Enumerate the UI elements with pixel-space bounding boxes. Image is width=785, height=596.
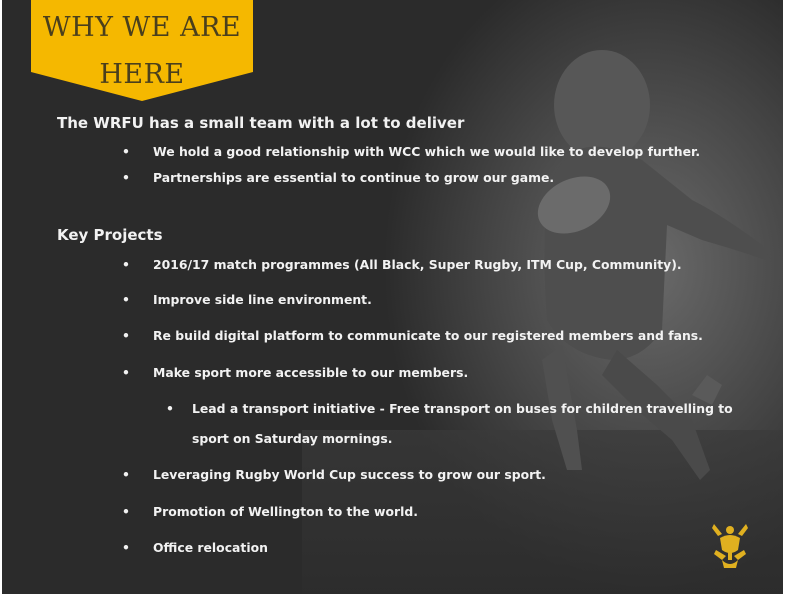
list-item: • 2016/17 match programmes (All Black, S…: [122, 257, 682, 272]
slide: WHY WE ARE HERE The WRFU has a small tea…: [2, 0, 783, 594]
list-item: • Improve side line environment.: [122, 292, 372, 307]
list-item: • Promotion of Wellington to the world.: [122, 504, 418, 519]
bullet-icon: •: [122, 328, 130, 343]
intro-heading: The WRFU has a small team with a lot to …: [57, 114, 465, 132]
sub-list-item-continuation: sport on Saturday mornings.: [192, 431, 393, 446]
banner-title-line2: HERE: [99, 59, 185, 90]
bullet-icon: •: [122, 257, 130, 272]
bullet-icon: •: [166, 401, 174, 416]
list-item: • Office relocation: [122, 540, 268, 555]
bullet-icon: •: [122, 540, 130, 555]
projects-heading: Key Projects: [57, 226, 163, 244]
bullet-icon: •: [122, 504, 130, 519]
list-item: • Re build digital platform to communica…: [122, 328, 703, 343]
bullet-icon: •: [122, 292, 130, 307]
wrfu-crest-logo-icon: [712, 524, 748, 568]
list-item: • Leveraging Rugby World Cup success to …: [122, 467, 546, 482]
bullet-icon: •: [122, 365, 130, 380]
bullet-icon: •: [122, 170, 130, 185]
list-item: • Partnerships are essential to continue…: [122, 170, 555, 185]
banner-title-line1: WHY WE ARE: [42, 12, 242, 43]
list-item: • Make sport more accessible to our memb…: [122, 365, 469, 380]
bullet-icon: •: [122, 467, 130, 482]
list-item: • We hold a good relationship with WCC w…: [122, 144, 701, 159]
bullet-icon: •: [122, 144, 130, 159]
sub-list-item: • Lead a transport initiative - Free tra…: [166, 401, 733, 416]
